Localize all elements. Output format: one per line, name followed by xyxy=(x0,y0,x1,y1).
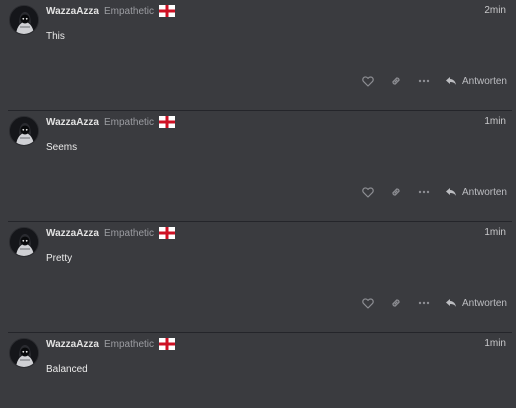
post-meta: WazzaAzza Empathetic xyxy=(46,337,176,351)
england-flag-icon xyxy=(159,227,176,239)
more-button[interactable] xyxy=(410,291,438,315)
reply-button[interactable]: Antworten xyxy=(445,69,507,93)
post-content: Pretty xyxy=(46,253,73,264)
post: WazzaAzza Empathetic 1min Seems Antworte… xyxy=(0,111,516,222)
post-meta: WazzaAzza Empathetic xyxy=(46,115,176,129)
like-button[interactable] xyxy=(354,291,382,315)
like-button[interactable] xyxy=(354,180,382,204)
post-actions: Antworten xyxy=(354,180,507,204)
post: WazzaAzza Empathetic 2min This Antworten xyxy=(0,0,516,111)
heart-icon xyxy=(362,75,374,87)
england-flag-icon xyxy=(159,338,176,350)
ellipsis-icon xyxy=(418,79,430,83)
reply-label: Antworten xyxy=(461,297,507,309)
user-title: Empathetic xyxy=(103,116,155,128)
post: WazzaAzza Empathetic 1min Pretty Antwort… xyxy=(0,222,516,333)
avatar[interactable] xyxy=(9,116,39,146)
post-actions: Antworten xyxy=(354,291,507,315)
heart-icon xyxy=(362,186,374,198)
copy-link-button[interactable] xyxy=(382,69,410,93)
more-button[interactable] xyxy=(410,180,438,204)
avatar[interactable] xyxy=(9,338,39,368)
reply-label: Antworten xyxy=(461,186,507,198)
username[interactable]: WazzaAzza xyxy=(46,228,99,239)
reply-button[interactable]: Antworten xyxy=(445,180,507,204)
reply-arrow-icon xyxy=(445,188,456,196)
reply-label: Antworten xyxy=(461,75,507,87)
copy-link-button[interactable] xyxy=(382,180,410,204)
username[interactable]: WazzaAzza xyxy=(46,6,99,17)
username[interactable]: WazzaAzza xyxy=(46,339,99,350)
post-time[interactable]: 1min xyxy=(484,338,506,349)
post-content: This xyxy=(46,31,65,42)
post-feed: WazzaAzza Empathetic 2min This Antworten… xyxy=(0,0,516,408)
post-content: Seems xyxy=(46,142,78,153)
post-content: Balanced xyxy=(46,364,88,375)
post-actions: Antworten xyxy=(354,69,507,93)
england-flag-icon xyxy=(159,5,176,17)
england-flag-icon xyxy=(159,116,176,128)
post-meta: WazzaAzza Empathetic xyxy=(46,226,176,240)
user-title: Empathetic xyxy=(103,227,155,239)
link-icon xyxy=(392,77,400,85)
heart-icon xyxy=(362,297,374,309)
more-button[interactable] xyxy=(410,69,438,93)
copy-link-button[interactable] xyxy=(382,291,410,315)
post: WazzaAzza Empathetic 1min Balanced xyxy=(0,333,516,408)
reply-arrow-icon xyxy=(445,299,456,307)
post-meta: WazzaAzza Empathetic xyxy=(46,4,176,18)
user-title: Empathetic xyxy=(103,338,155,350)
post-time[interactable]: 1min xyxy=(484,116,506,127)
avatar[interactable] xyxy=(9,227,39,257)
avatar[interactable] xyxy=(9,5,39,35)
post-time[interactable]: 1min xyxy=(484,227,506,238)
link-icon xyxy=(392,299,400,307)
ellipsis-icon xyxy=(418,301,430,305)
post-time[interactable]: 2min xyxy=(484,5,506,16)
reply-arrow-icon xyxy=(445,77,456,85)
ellipsis-icon xyxy=(418,190,430,194)
link-icon xyxy=(392,188,400,196)
user-title: Empathetic xyxy=(103,5,155,17)
reply-button[interactable]: Antworten xyxy=(445,291,507,315)
like-button[interactable] xyxy=(354,69,382,93)
username[interactable]: WazzaAzza xyxy=(46,117,99,128)
